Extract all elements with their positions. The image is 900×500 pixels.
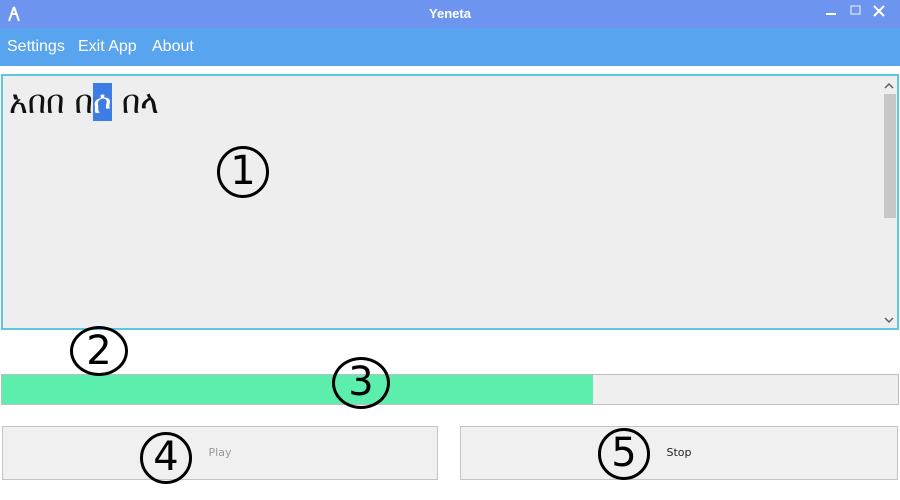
- annotation-marker-1: 1: [217, 146, 269, 198]
- progress-fill: [2, 375, 594, 404]
- annotation-marker-2: 2: [70, 326, 128, 376]
- menu-exit-app[interactable]: Exit App: [78, 38, 137, 56]
- maximize-icon[interactable]: [844, 2, 866, 22]
- close-icon[interactable]: [868, 2, 890, 22]
- annotation-marker-3: 3: [332, 357, 390, 409]
- title-bar: Yeneta: [0, 0, 900, 28]
- menu-bar: Settings Exit App About: [0, 28, 900, 66]
- window-title: Yeneta: [429, 6, 471, 21]
- menu-settings[interactable]: Settings: [7, 38, 65, 56]
- scrollbar-thumb[interactable]: [884, 94, 896, 218]
- annotation-marker-4: 4: [140, 432, 192, 484]
- scroll-up-icon[interactable]: [881, 78, 897, 92]
- text-after-selection: በላ: [111, 83, 159, 121]
- minimize-icon[interactable]: [820, 2, 842, 22]
- vertical-scrollbar[interactable]: [881, 76, 897, 328]
- menu-about[interactable]: About: [152, 38, 194, 56]
- progress-bar: [1, 374, 899, 405]
- scroll-down-icon[interactable]: [881, 312, 897, 326]
- editor-text[interactable]: አበበ በሶ በላ: [9, 83, 159, 121]
- text-editor[interactable]: አበበ በሶ በላ: [1, 74, 899, 330]
- stop-button[interactable]: Stop: [460, 426, 898, 480]
- text-before-selection: አበበ በ: [9, 83, 93, 121]
- annotation-marker-5: 5: [598, 428, 650, 480]
- play-button[interactable]: Play: [2, 426, 438, 480]
- selected-text: ሶ: [92, 83, 112, 121]
